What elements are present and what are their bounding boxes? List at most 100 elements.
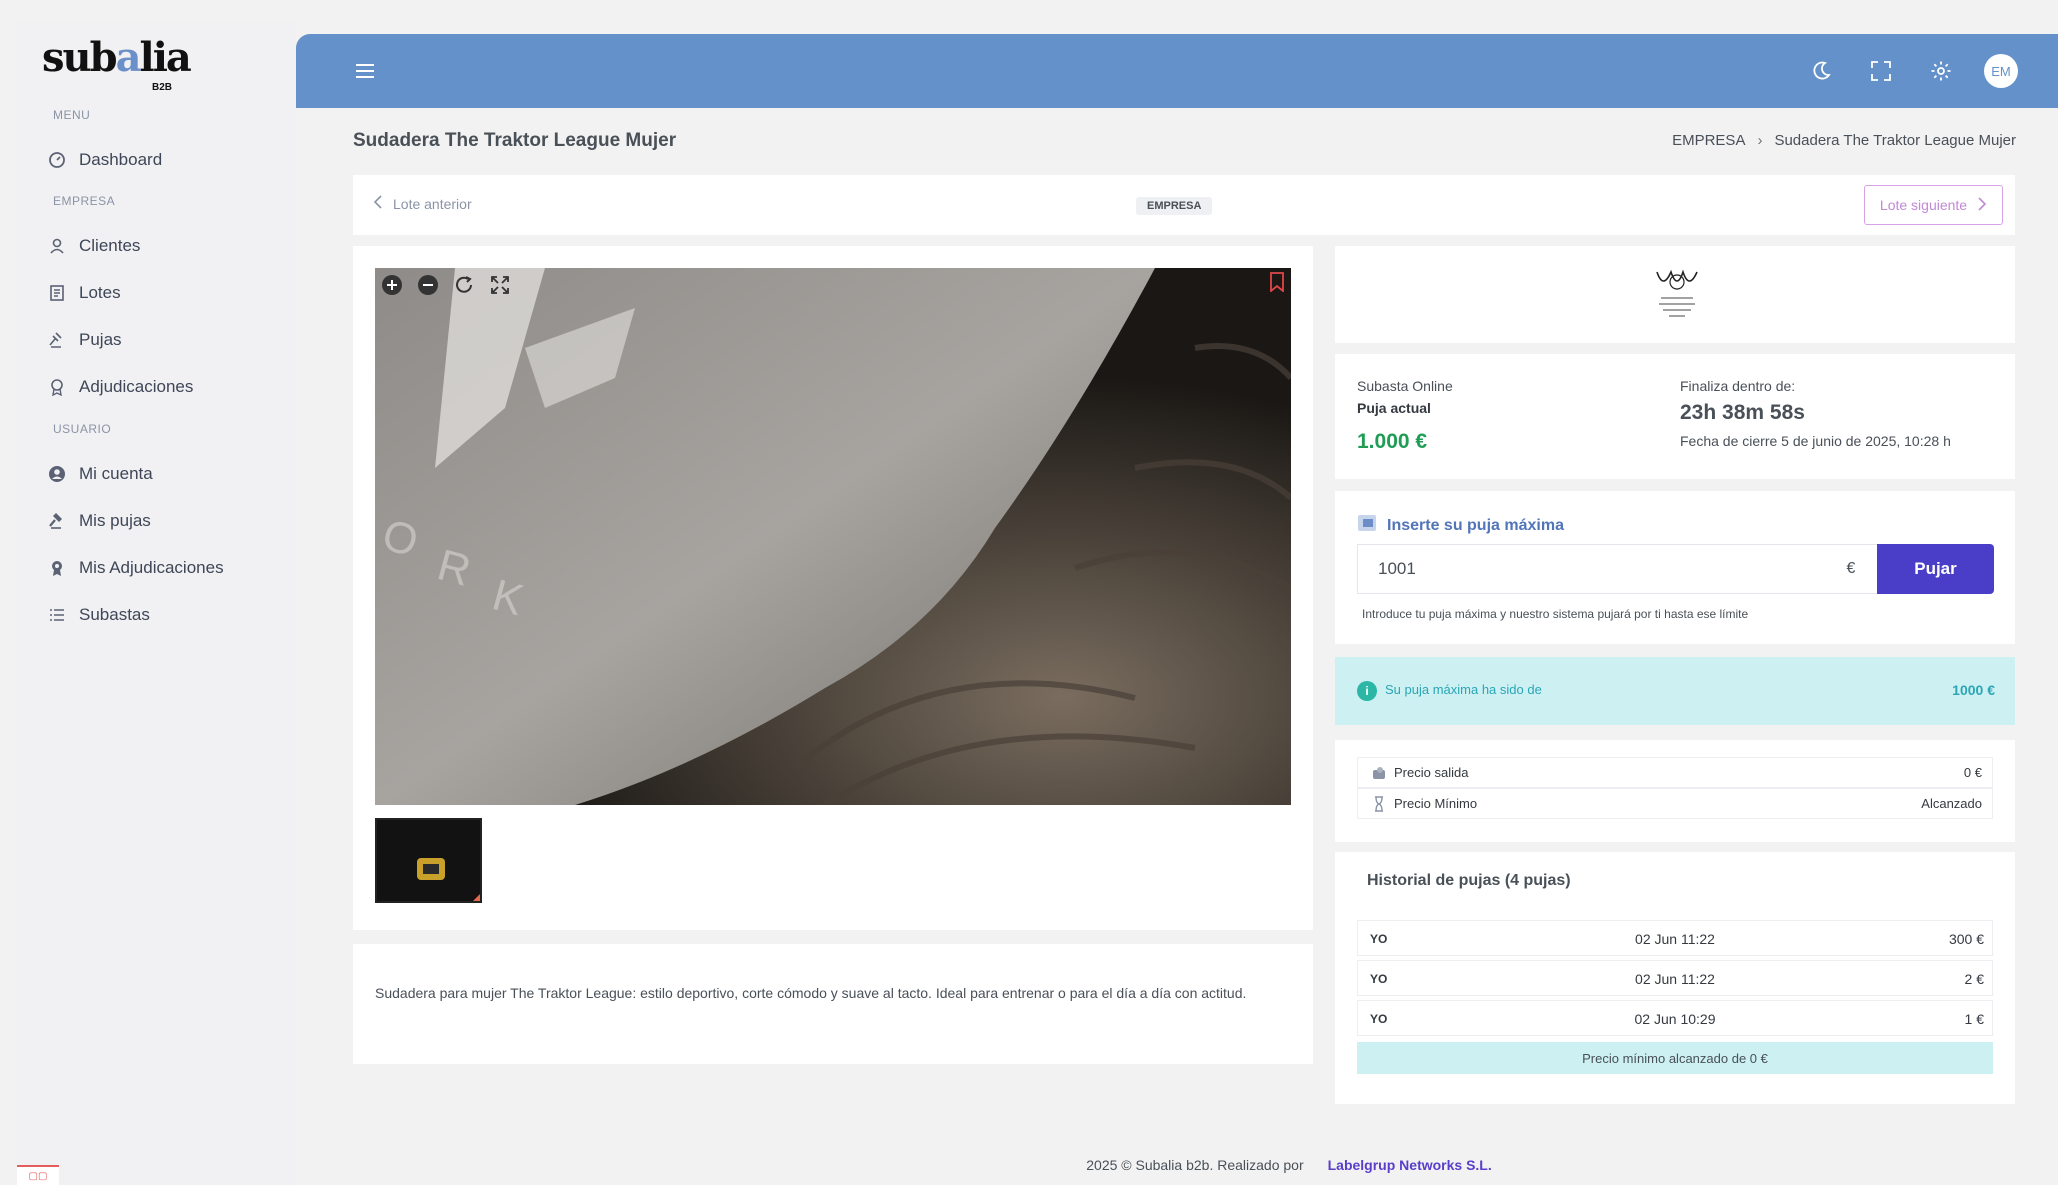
bid-history-row: YO 02 Jun 11:22 300 €	[1357, 920, 1993, 956]
close-date: Fecha de cierre 5 de junio de 2025, 10:2…	[1680, 433, 1951, 449]
breadcrumb: EMPRESA › Sudadera The Traktor League Mu…	[1672, 132, 2016, 149]
lot-navigation-bar: Lote anterior EMPRESA Lote siguiente	[353, 175, 2015, 235]
bid-amount: 300 €	[1948, 931, 1984, 947]
breadcrumb-item-empresa[interactable]: EMPRESA	[1672, 132, 1745, 149]
bid-history-title: Historial de pujas (4 pujas)	[1367, 872, 1571, 889]
max-bid-value: 1000 €	[1952, 682, 1995, 698]
countdown-timer: 23h 38m 58s	[1680, 401, 1805, 424]
dark-mode-moon-icon[interactable]	[1804, 54, 1838, 88]
list-icon	[47, 605, 67, 625]
previous-lot-label: Lote anterior	[393, 195, 472, 212]
coins-icon	[1370, 764, 1388, 782]
starting-price-value: 0 €	[1963, 765, 1982, 780]
place-bid-button[interactable]: Pujar	[1877, 544, 1994, 594]
dashboard-icon	[47, 150, 67, 170]
minimum-reached-note: Precio mínimo alcanzado de 0 €	[1357, 1042, 1993, 1074]
lot-description: Sudadera para mujer The Traktor League: …	[375, 985, 1247, 1001]
sidebar-item-label: Dashboard	[79, 150, 163, 169]
chevron-right-icon	[1975, 196, 1987, 214]
subalia-logo[interactable]: subalia B2B	[42, 34, 192, 94]
bid-help-text: Introduce tu puja máxima y nuestro siste…	[1362, 607, 1749, 621]
hourglass-icon	[1370, 795, 1388, 813]
document-icon	[47, 283, 67, 303]
footer-company-link[interactable]: Labelgrup Networks S.L.	[1328, 1157, 1492, 1173]
bid-time: 02 Jun 11:22	[1635, 971, 1715, 987]
gavel-icon	[47, 330, 67, 350]
currency-addon: €	[1825, 544, 1877, 594]
sidebar-item-dashboard[interactable]: Dashboard	[47, 143, 162, 177]
topbar: EM	[296, 34, 2058, 108]
bid-form-icon	[1357, 513, 1379, 538]
empresa-section-title: EMPRESA	[53, 194, 116, 208]
sidebar-item-label: Mis pujas	[79, 511, 151, 530]
sidebar-item-mis-pujas[interactable]: Mis pujas	[47, 504, 151, 538]
company-badge: EMPRESA	[1136, 197, 1213, 215]
bid-history-row: YO 02 Jun 11:22 2 €	[1357, 960, 1993, 996]
sidebar-item-label: Pujas	[79, 330, 122, 349]
bid-time: 02 Jun 10:29	[1634, 1011, 1716, 1027]
sidebar-item-mis-adjudicaciones[interactable]: Mis Adjudicaciones	[47, 551, 224, 585]
image-thumbnail[interactable]	[375, 818, 482, 903]
award-solid-icon	[47, 558, 67, 578]
award-icon	[47, 377, 67, 397]
zoom-out-icon[interactable]	[417, 274, 439, 296]
sidebar-item-clientes[interactable]: Clientes	[47, 229, 140, 263]
max-bid-alert: i Su puja máxima ha sido de 1000 €	[1335, 657, 2015, 725]
max-bid-input[interactable]	[1357, 544, 1876, 594]
sidebar-item-mi-cuenta[interactable]: Mi cuenta	[47, 457, 153, 491]
menu-section-title: MENU	[53, 108, 91, 122]
sidebar-item-label: Mi cuenta	[79, 464, 153, 483]
sidebar-item-lotes[interactable]: Lotes	[47, 276, 121, 310]
bid-form-title-text: Inserte su puja máxima	[1387, 516, 1564, 534]
auction-type: Subasta Online	[1357, 378, 1453, 394]
breadcrumb-separator: ›	[1757, 132, 1763, 149]
user-circle-icon	[47, 464, 67, 484]
price-row-starting: Precio salida 0 €	[1357, 757, 1993, 788]
sidebar-item-adjudicaciones[interactable]: Adjudicaciones	[47, 370, 193, 404]
sidebar-item-subastas[interactable]: Subastas	[47, 598, 150, 632]
stockholms-auktionsverk-logo	[1649, 266, 1705, 326]
next-lot-button[interactable]: Lote siguiente	[1864, 185, 2003, 225]
price-row-minimum: Precio Mínimo Alcanzado	[1357, 788, 1993, 819]
current-bid-amount: 1.000 €	[1357, 430, 1428, 453]
zoom-in-icon[interactable]	[381, 274, 403, 296]
lot-main-image[interactable]: O R K	[375, 268, 1291, 805]
max-bid-text: Su puja máxima ha sido de	[1385, 682, 1542, 697]
user-icon	[47, 236, 67, 256]
breadcrumb-item-current: Sudadera The Traktor League Mujer	[1774, 132, 2016, 149]
settings-gear-icon[interactable]	[1924, 54, 1958, 88]
lot-description-card: Sudadera para mujer The Traktor League: …	[353, 944, 1313, 1064]
info-icon: i	[1357, 681, 1377, 701]
price-info-card: Precio salida 0 € Precio Mínimo Alcanzad…	[1335, 740, 2015, 842]
rotate-icon[interactable]	[453, 274, 475, 296]
minimum-price-value: Alcanzado	[1921, 796, 1982, 811]
sidebar-item-label: Adjudicaciones	[79, 377, 194, 396]
minimum-price-label: Precio Mínimo	[1394, 796, 1478, 811]
user-avatar[interactable]: EM	[1984, 54, 2018, 88]
previous-lot-link[interactable]: Lote anterior	[373, 195, 472, 212]
page-footer: 2025 © Subalia b2b. Realizado por Labelgr…	[0, 1157, 2058, 1173]
hamburger-menu-icon[interactable]	[354, 60, 376, 82]
auction-status-card: Subasta Online Puja actual 1.000 € Final…	[1335, 354, 2015, 479]
fullscreen-icon[interactable]	[1864, 54, 1898, 88]
bid-amount: 1 €	[1964, 1011, 1984, 1027]
bid-form-title: Inserte su puja máxima	[1357, 513, 1564, 538]
bid-amount: 2 €	[1964, 971, 1984, 987]
expand-icon[interactable]	[489, 274, 511, 296]
footer-text: 2025 © Subalia b2b. Realizado por	[1086, 1157, 1304, 1173]
sidebar-item-label: Clientes	[79, 236, 141, 255]
bid-history-card: Historial de pujas (4 pujas) YO 02 Jun 1…	[1335, 852, 2015, 1104]
sidebar-item-label: Lotes	[79, 283, 121, 302]
gavel-solid-icon	[47, 511, 67, 531]
lot-image-card: O R K	[353, 246, 1313, 930]
sidebar-item-pujas[interactable]: Pujas	[47, 323, 122, 357]
bid-time: 02 Jun 11:22	[1635, 931, 1715, 947]
logo-subtitle: B2B	[151, 82, 172, 93]
place-bid-card: Inserte su puja máxima € Pujar Introduce…	[1335, 491, 2015, 644]
ends-in-label: Finaliza dentro de:	[1680, 378, 1796, 394]
chevron-left-icon	[373, 195, 385, 212]
current-bid-label: Puja actual	[1357, 400, 1431, 416]
bookmark-icon[interactable]	[1269, 272, 1285, 297]
sidebar-item-label: Subastas	[79, 605, 150, 624]
next-lot-label: Lote siguiente	[1879, 197, 1968, 213]
